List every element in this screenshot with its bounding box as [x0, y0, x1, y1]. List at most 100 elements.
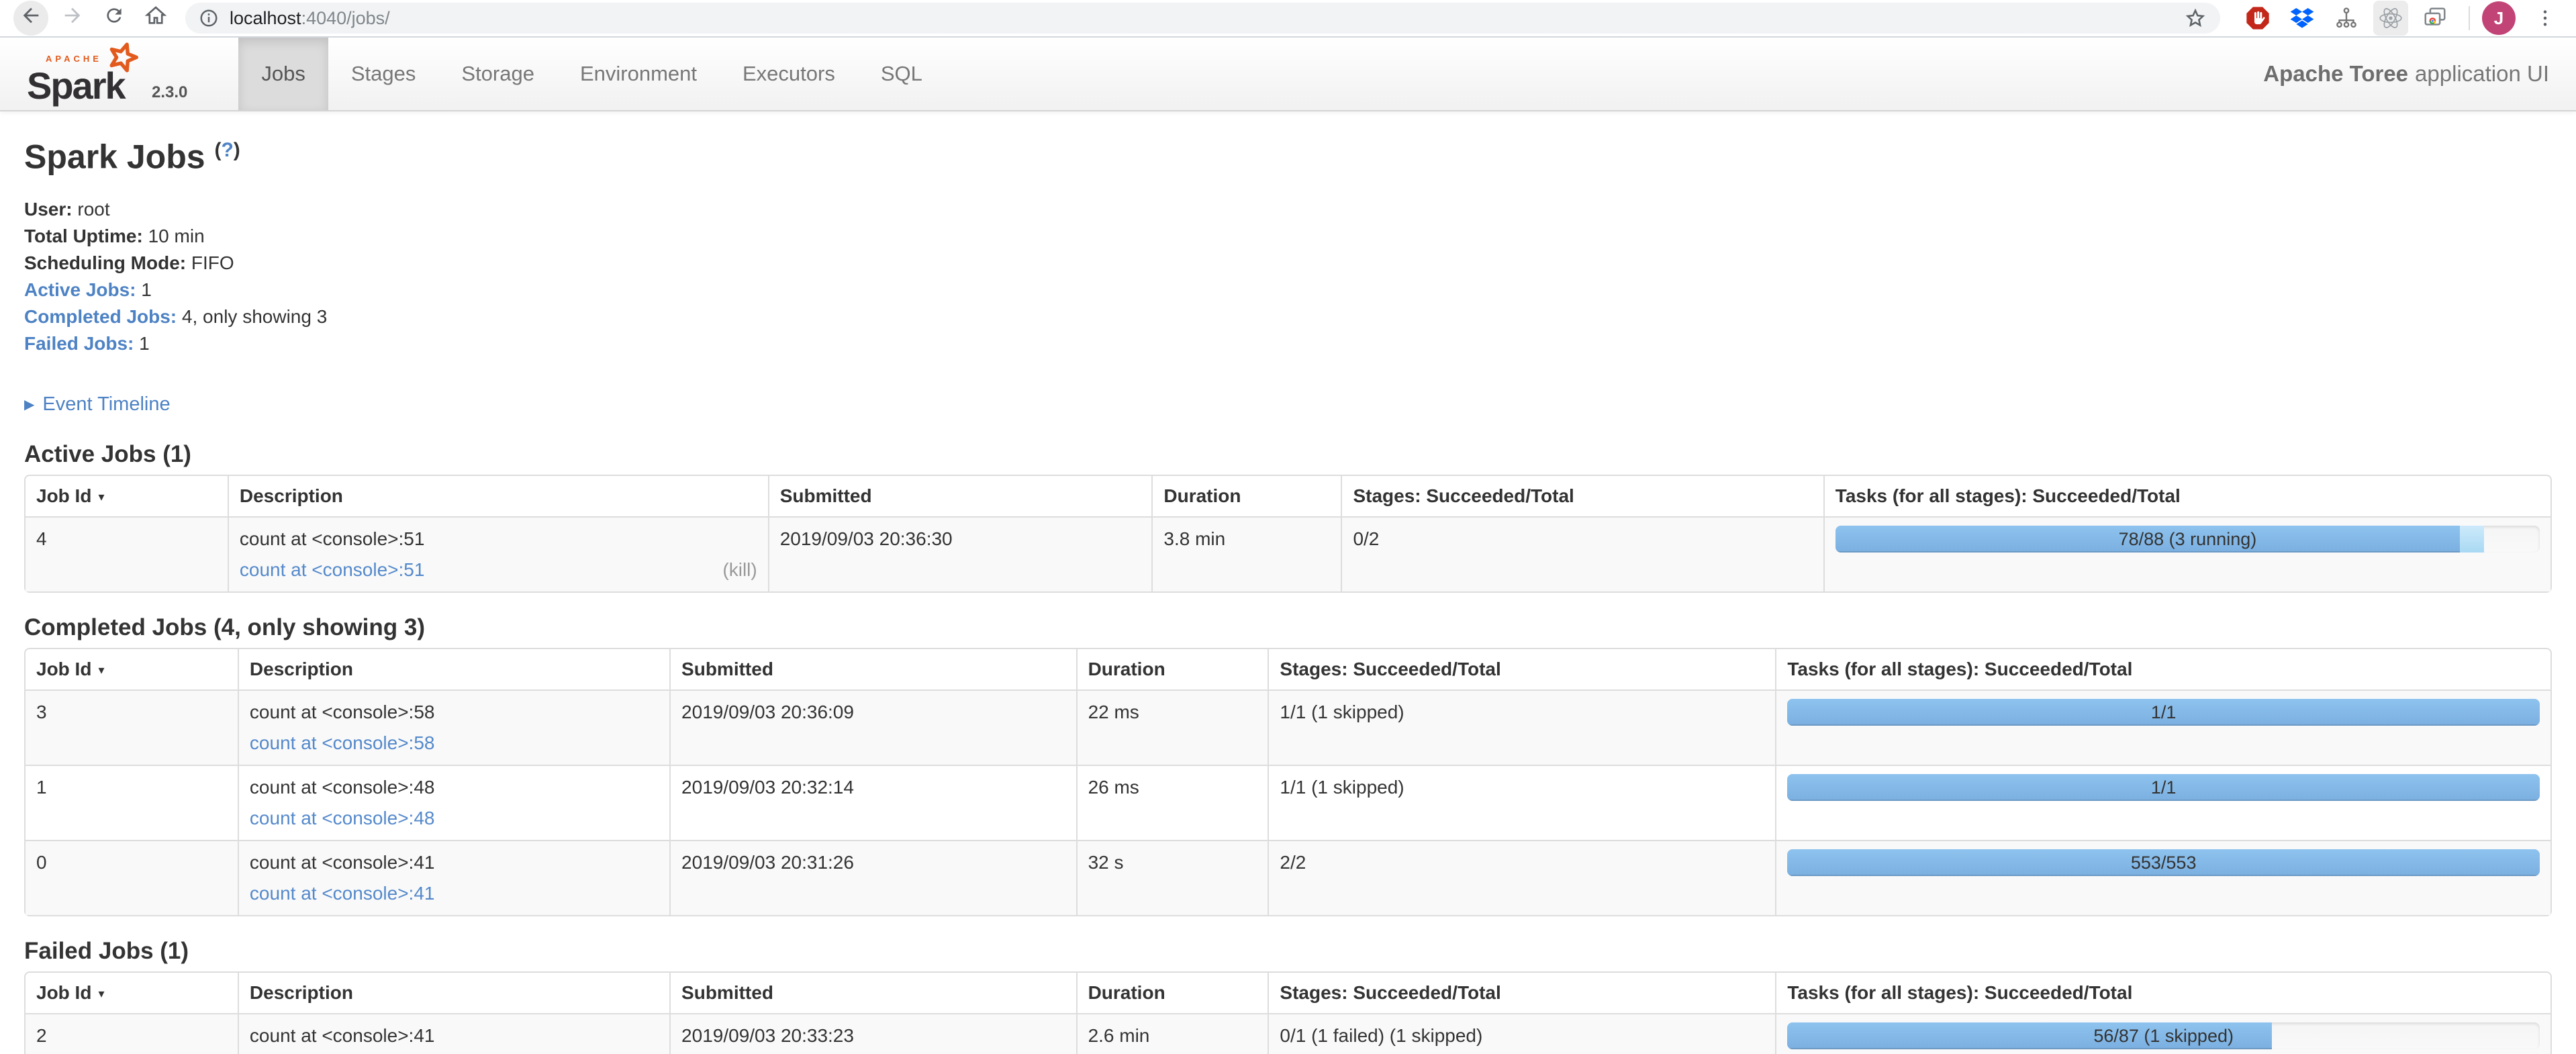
table-row: 1 count at <console>:48 count at <consol… — [26, 765, 2550, 840]
job-id-cell: 0 — [26, 840, 238, 915]
dropbox-extension-icon[interactable] — [2285, 1, 2320, 36]
page-title: Spark Jobs (?) — [24, 130, 2552, 177]
forward-button[interactable] — [55, 1, 90, 36]
address-bar[interactable]: localhost:4040/jobs/ — [185, 3, 2220, 34]
tab-environment[interactable]: Environment — [557, 38, 720, 110]
col-tasks[interactable]: Tasks (for all stages): Succeeded/Total — [1775, 649, 2550, 689]
progress-label: 1/1 — [1787, 774, 2540, 801]
job-detail-link[interactable]: count at <console>:48 — [250, 805, 435, 832]
submitted-cell: 2019/09/03 20:33:23 — [669, 1013, 1076, 1054]
duration-cell: 22 ms — [1076, 689, 1268, 765]
col-duration[interactable]: Duration — [1076, 649, 1268, 689]
failed-jobs-link[interactable]: Failed Jobs: — [24, 333, 134, 354]
spark-logo: APACHE Spark 2.3.0 — [0, 38, 206, 110]
job-id-cell: 4 — [26, 516, 228, 591]
col-description[interactable]: Description — [238, 649, 669, 689]
tab-jobs[interactable]: Jobs — [238, 38, 328, 110]
table-header-row: Job Id▾ Description Submitted Duration S… — [26, 476, 2550, 516]
toolbar-separator — [2469, 6, 2470, 30]
react-devtools-extension-icon[interactable] — [2373, 1, 2408, 36]
adblock-extension-icon[interactable] — [2240, 1, 2275, 36]
help-link: (?) — [214, 139, 240, 161]
submitted-cell: 2019/09/03 20:36:30 — [768, 516, 1152, 591]
failed-jobs-heading: Failed Jobs (1) — [24, 938, 2552, 965]
browser-toolbar: localhost:4040/jobs/ J — [0, 0, 2576, 38]
col-stages[interactable]: Stages: Succeeded/Total — [1341, 476, 1823, 516]
job-detail-link[interactable]: count at <console>:41 — [250, 880, 435, 907]
stages-cell: 2/2 — [1268, 840, 1775, 915]
home-button[interactable] — [138, 1, 173, 36]
profile-avatar[interactable]: J — [2482, 1, 2516, 35]
tab-stages[interactable]: Stages — [328, 38, 439, 110]
table-header-row: Job Id▾ Description Submitted Duration S… — [26, 649, 2550, 689]
forward-icon — [61, 4, 84, 32]
col-stages[interactable]: Stages: Succeeded/Total — [1268, 973, 1775, 1013]
completed-jobs-table: Job Id▾ Description Submitted Duration S… — [24, 648, 2552, 916]
tasks-cell: 56/87 (1 skipped) — [1775, 1013, 2550, 1054]
col-duration[interactable]: Duration — [1076, 973, 1268, 1013]
application-title-suffix: application UI — [2415, 61, 2549, 87]
sitemap-extension-icon[interactable] — [2329, 1, 2364, 36]
extensions-area: J — [2231, 1, 2563, 36]
col-submitted[interactable]: Submitted — [669, 649, 1076, 689]
screen-windows-extension-icon[interactable] — [2418, 1, 2452, 36]
tab-sql[interactable]: SQL — [858, 38, 945, 110]
col-stages[interactable]: Stages: Succeeded/Total — [1268, 649, 1775, 689]
description-cell: count at <console>:48 count at <console>… — [238, 765, 669, 840]
submitted-cell: 2019/09/03 20:31:26 — [669, 840, 1076, 915]
summary-completed-jobs: Completed Jobs: 4, only showing 3 — [24, 303, 2552, 330]
failed-jobs-table: Job Id▾ Description Submitted Duration S… — [24, 971, 2552, 1054]
application-name: Apache Toree — [2263, 61, 2408, 87]
stages-cell: 1/1 (1 skipped) — [1268, 765, 1775, 840]
duration-cell: 2.6 min — [1076, 1013, 1268, 1054]
tasks-cell: 1/1 — [1775, 689, 2550, 765]
active-jobs-table: Job Id▾ Description Submitted Duration S… — [24, 475, 2552, 593]
col-submitted[interactable]: Submitted — [669, 973, 1076, 1013]
active-jobs-heading: Active Jobs (1) — [24, 441, 2552, 468]
job-detail-link[interactable]: count at <console>:51 — [240, 557, 425, 583]
home-icon — [144, 4, 167, 32]
job-id-cell: 1 — [26, 765, 238, 840]
sort-desc-icon: ▾ — [98, 490, 104, 504]
table-row: 0 count at <console>:41 count at <consol… — [26, 840, 2550, 915]
col-duration[interactable]: Duration — [1151, 476, 1341, 516]
col-job-id[interactable]: Job Id▾ — [26, 476, 228, 516]
kill-job-link[interactable]: (kill) — [722, 557, 757, 583]
col-description[interactable]: Description — [238, 973, 669, 1013]
duration-cell: 3.8 min — [1151, 516, 1341, 591]
help-question-link[interactable]: ? — [221, 139, 233, 161]
page-info-icon[interactable] — [199, 8, 219, 28]
col-tasks[interactable]: Tasks (for all stages): Succeeded/Total — [1823, 476, 2550, 516]
description-cell: count at <console>:58 count at <console>… — [238, 689, 669, 765]
col-submitted[interactable]: Submitted — [768, 476, 1152, 516]
job-id-cell: 3 — [26, 689, 238, 765]
duration-cell: 32 s — [1076, 840, 1268, 915]
progress-label: 78/88 (3 running) — [1835, 526, 2540, 553]
active-jobs-link[interactable]: Active Jobs: — [24, 279, 136, 300]
back-button[interactable] — [13, 1, 48, 36]
tasks-progress-bar: 1/1 — [1787, 699, 2540, 726]
col-job-id[interactable]: Job Id▾ — [26, 973, 238, 1013]
sort-desc-icon: ▾ — [98, 663, 104, 677]
reload-button[interactable] — [97, 1, 132, 36]
spark-logo-apache: APACHE — [46, 54, 102, 64]
job-description: count at <console>:41 — [250, 849, 659, 876]
job-description: count at <console>:51 — [240, 526, 757, 553]
browser-menu-icon[interactable] — [2528, 1, 2563, 36]
completed-jobs-link[interactable]: Completed Jobs: — [24, 306, 177, 327]
event-timeline-toggle[interactable]: ▶Event Timeline — [24, 391, 2552, 420]
submitted-cell: 2019/09/03 20:36:09 — [669, 689, 1076, 765]
tab-executors[interactable]: Executors — [720, 38, 858, 110]
col-description[interactable]: Description — [228, 476, 768, 516]
summary-uptime: Total Uptime: 10 min — [24, 223, 2552, 250]
col-tasks[interactable]: Tasks (for all stages): Succeeded/Total — [1775, 973, 2550, 1013]
tasks-progress-bar: 553/553 — [1787, 849, 2540, 876]
summary-active-jobs: Active Jobs: 1 — [24, 277, 2552, 303]
back-icon — [19, 4, 42, 32]
col-job-id[interactable]: Job Id▾ — [26, 649, 238, 689]
job-detail-link[interactable]: count at <console>:58 — [250, 730, 435, 757]
tasks-cell: 1/1 — [1775, 765, 2550, 840]
bookmark-star-icon[interactable] — [2184, 7, 2207, 30]
tab-storage[interactable]: Storage — [438, 38, 557, 110]
expand-arrow-icon: ▶ — [24, 397, 34, 412]
